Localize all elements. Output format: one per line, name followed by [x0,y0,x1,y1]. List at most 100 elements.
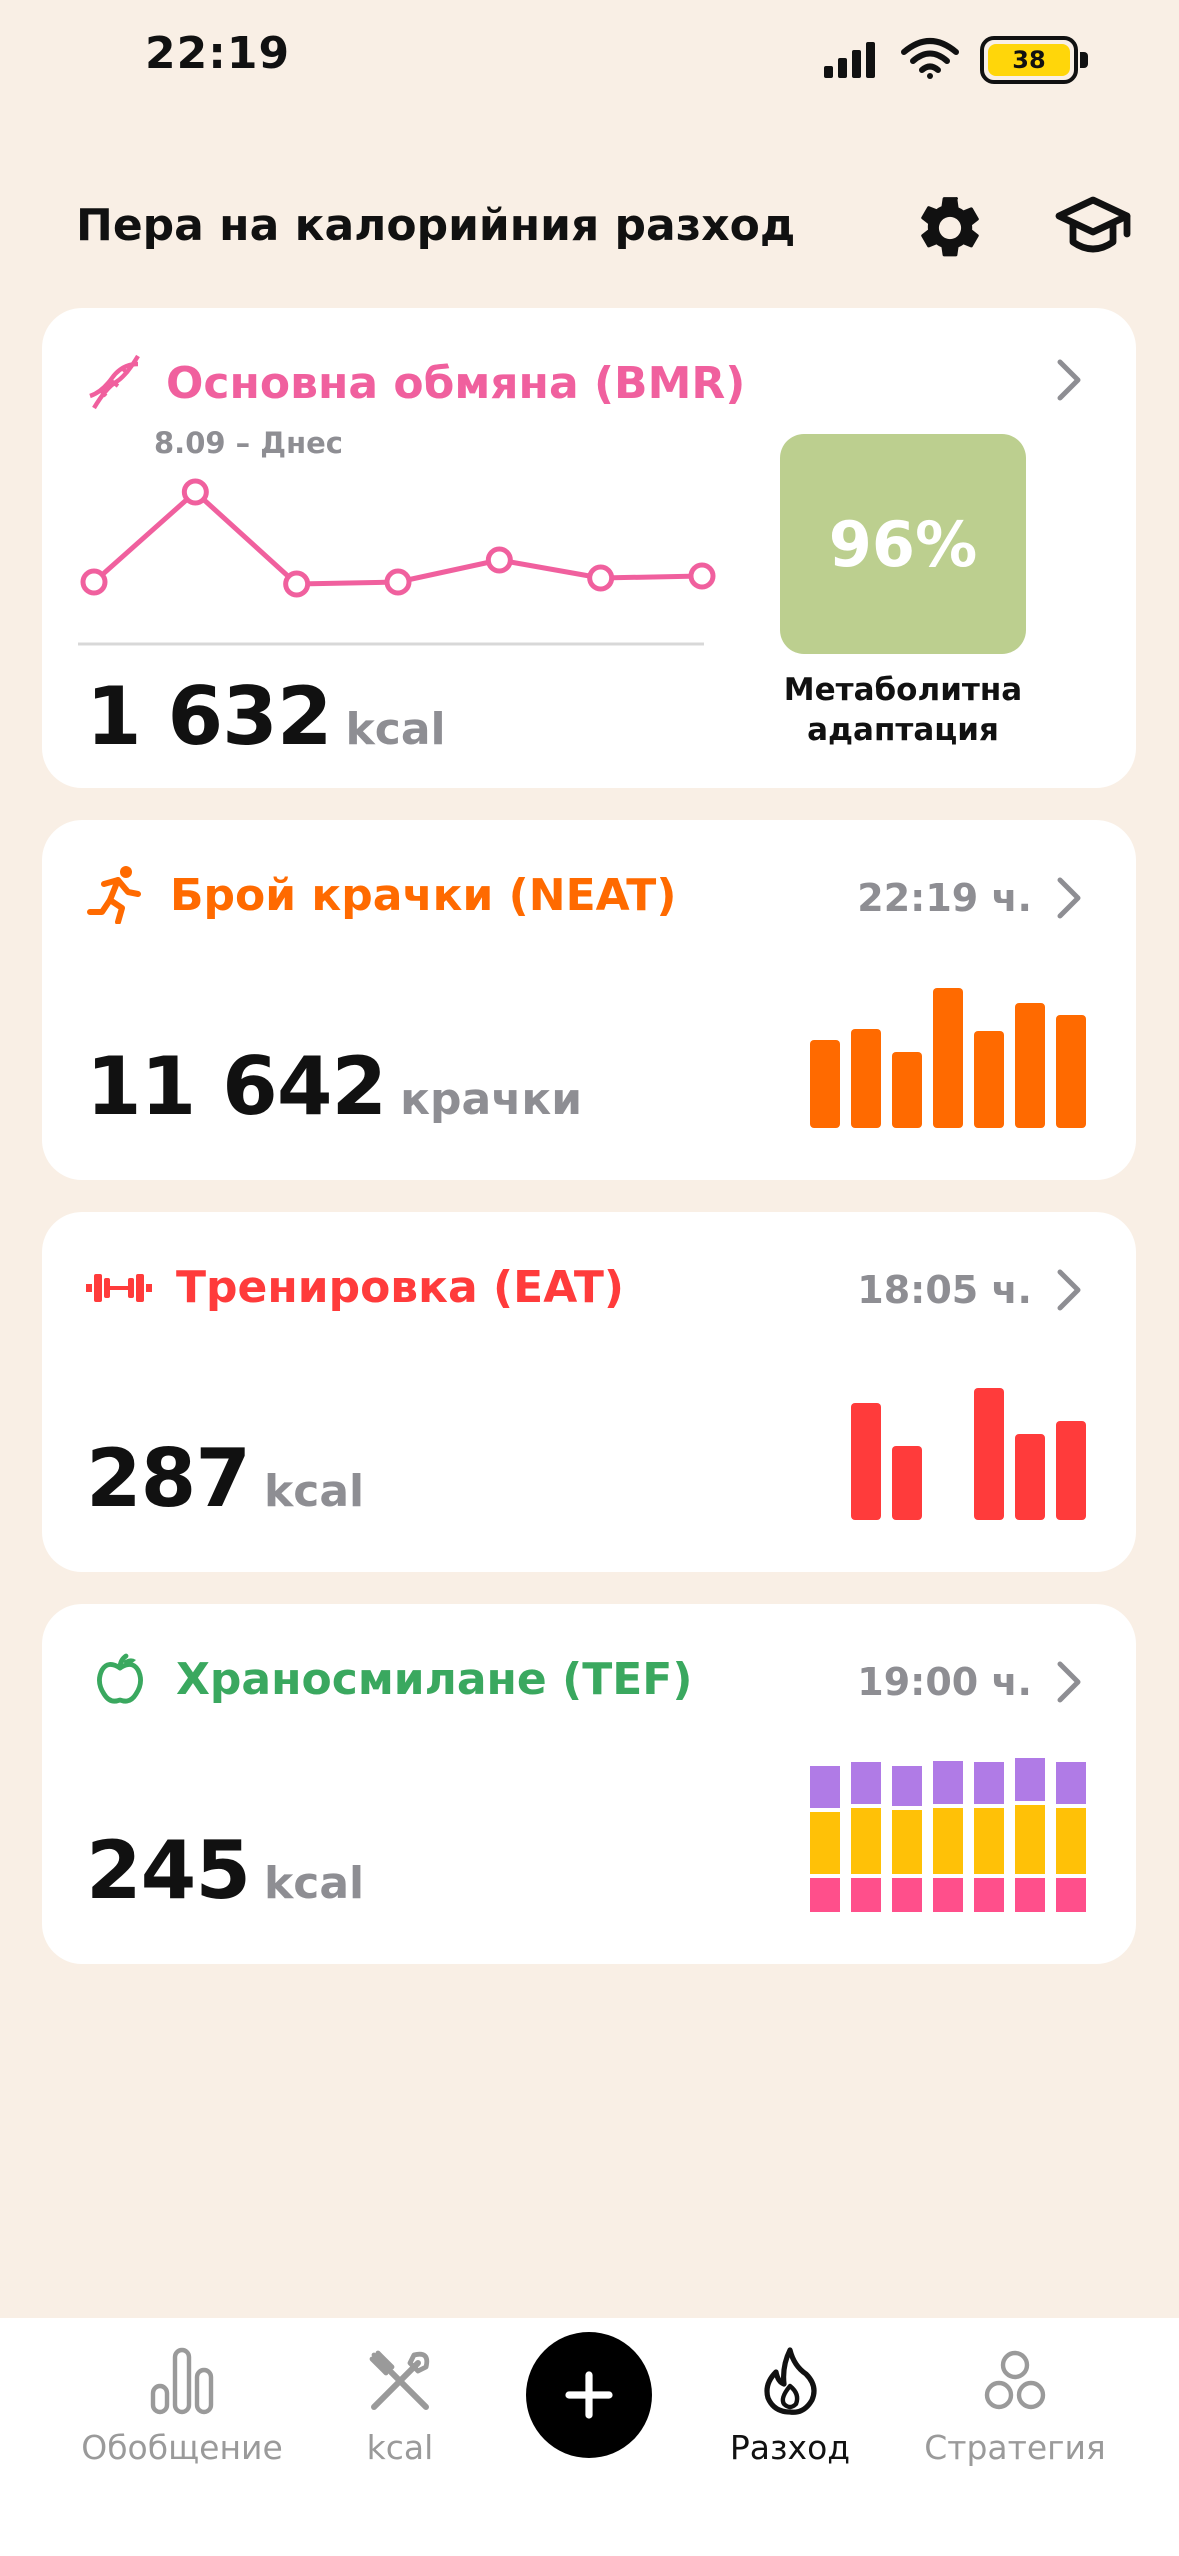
bmr-unit: kcal [345,704,446,755]
dna-icon [89,354,140,410]
bar [851,1028,881,1128]
page-title: Пера на калорийния разход [76,200,796,251]
bmr-card[interactable]: Основна обмяна (BMR) 8.09 – Днес 1 632 kc… [42,308,1136,788]
eat-time: 18:05 ч. [857,1268,1032,1312]
tef-card[interactable]: Храносмилане (TEF) 19:00 ч. 245 kcal [42,1604,1136,1964]
bar-segment [1056,1877,1086,1912]
bar [933,988,963,1128]
bar-segment [851,1807,881,1874]
plus-icon [565,2371,613,2419]
bar-segment [892,1766,922,1807]
chevron-right-icon[interactable] [1054,1660,1084,1704]
learn-button[interactable] [1050,186,1136,270]
bar [1056,1421,1086,1520]
bar-segment [810,1766,840,1808]
tef-unit: kcal [264,1858,365,1909]
graduation-cap-icon [1055,196,1131,253]
battery-indicator: 38 [980,36,1088,84]
bar-segment [810,1811,840,1874]
bar-segment [974,1762,1004,1804]
neat-card[interactable]: Брой крачки (NEAT) 22:19 ч. 11 642 крачки [42,820,1136,1180]
neat-time: 22:19 ч. [857,876,1032,920]
fork-knife-icon [369,2350,430,2410]
bar [1015,1003,1045,1128]
bar-segment [1015,1804,1045,1874]
tef-stacked-bar-chart [810,1758,1086,1912]
bar-segment [974,1807,1004,1874]
bar-segment [933,1877,963,1912]
tef-time: 19:00 ч. [857,1660,1032,1704]
tab-kcal-label: kcal [366,2428,434,2467]
bmr-line-chart [78,478,716,646]
bar [974,1031,1004,1128]
gear-icon [921,197,979,257]
eat-card[interactable]: Тренировка (EAT) 18:05 ч. 287 kcal [42,1212,1136,1572]
bar [1015,1434,1045,1520]
bar-chart-icon [150,2347,214,2415]
bmr-period: 8.09 – Днес [154,426,343,460]
battery-level: 38 [988,44,1070,76]
bmr-point [688,562,716,590]
bar [974,1388,1004,1520]
tab-kcal[interactable]: kcal [330,2318,470,2518]
metabolic-adaptation-badge: 96% [780,434,1026,654]
bar-segment [851,1877,881,1912]
bmr-point [283,570,311,598]
eat-unit: kcal [264,1466,365,1517]
tab-summary[interactable]: Обобщение [81,2318,283,2518]
stacked-bar [892,1766,922,1912]
bar-segment [1015,1758,1045,1801]
tab-strategy[interactable]: Стратегия [900,2318,1130,2518]
bmr-point [485,546,513,574]
tab-expenditure[interactable]: Разход [710,2318,870,2518]
eat-title: Тренировка (EAT) [176,1262,624,1313]
bar [851,1402,881,1520]
eat-bar-chart [810,1388,1086,1520]
chevron-right-icon[interactable] [1054,876,1084,920]
bar-segment [933,1760,963,1804]
tab-summary-label: Обобщение [81,2428,283,2467]
bmr-point [587,564,615,592]
settings-button[interactable] [908,186,992,270]
signal-icon [824,42,875,78]
running-person-icon [87,866,141,924]
tef-value: 245 kcal [86,1824,364,1917]
dumbbell-icon [86,1274,152,1302]
bmr-point [80,568,108,596]
chevron-right-icon[interactable] [1054,358,1084,402]
chevron-right-icon[interactable] [1054,1268,1084,1312]
bar [892,1052,922,1128]
apple-icon [97,1653,143,1704]
bar-segment [810,1877,840,1912]
wifi-icon [901,38,959,79]
tef-title: Храносмилане (TEF) [176,1654,693,1705]
bar [1056,1014,1086,1128]
eat-value: 287 kcal [86,1432,364,1525]
status-bar: 22:19 38 [0,0,1179,120]
bar-segment [851,1762,881,1804]
stacked-bar [851,1762,881,1912]
circles-icon [984,2350,1046,2410]
bmr-title: Основна обмяна (BMR) [166,358,746,409]
tab-strategy-label: Стратегия [924,2428,1106,2467]
stacked-bar [810,1766,840,1912]
add-button[interactable] [526,2332,652,2458]
bar-segment [1015,1877,1045,1912]
stacked-bar [933,1760,963,1912]
neat-value: 11 642 крачки [86,1040,582,1133]
stacked-bar [1056,1762,1086,1912]
bar-segment [933,1807,963,1874]
metabolic-adaptation-label: Метаболитна адаптация [783,672,1023,748]
bar-segment [892,1877,922,1912]
bar-segment [1056,1762,1086,1804]
flame-icon [764,2347,817,2415]
tef-value-number: 245 [86,1824,251,1917]
bmr-value-number: 1 632 [86,670,333,763]
eat-value-number: 287 [86,1432,251,1525]
bar [810,1039,840,1128]
bmr-point [384,568,412,596]
stacked-bar [974,1762,1004,1912]
bmr-value: 1 632 kcal [86,670,446,763]
bar [892,1446,922,1520]
bottom-tab-bar: Обобщение kcal Разход Стратегия [0,2318,1179,2556]
